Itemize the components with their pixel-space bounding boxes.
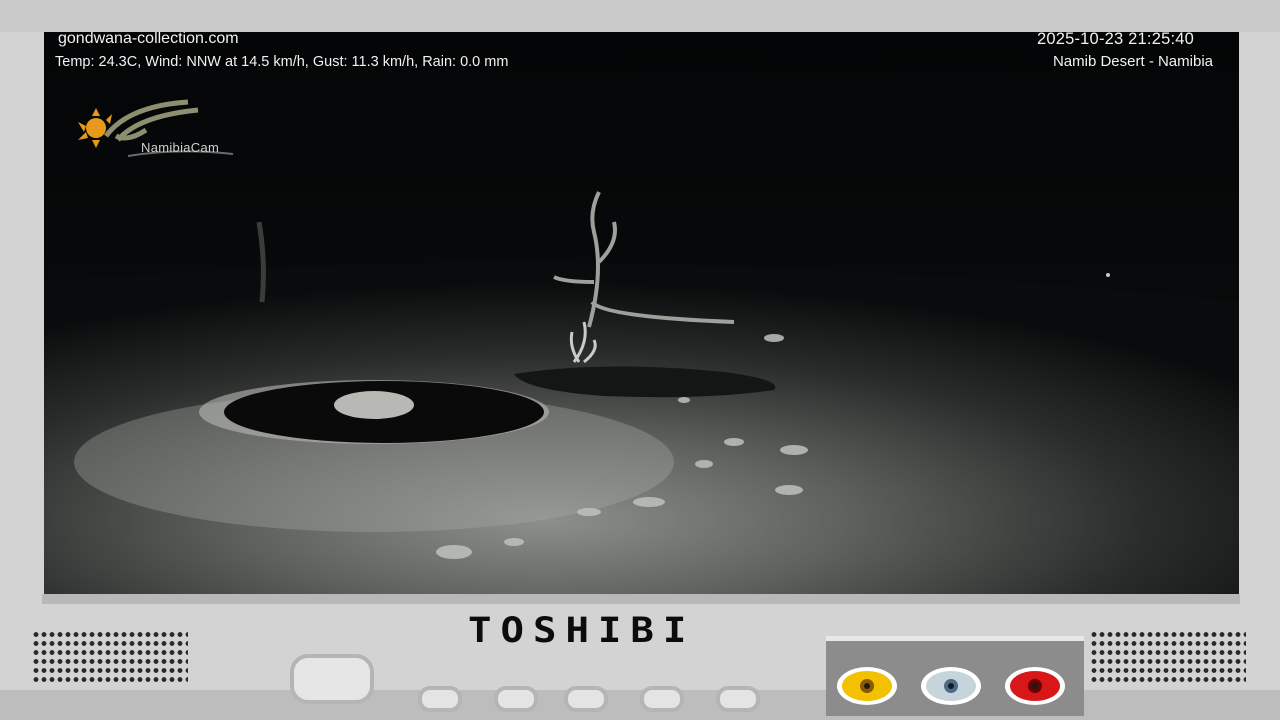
channel-button-5[interactable] [716, 686, 760, 712]
left-speaker-grill [32, 630, 188, 684]
weather-overlay-text: Temp: 24.3C, Wind: NNW at 14.5 km/h, Gus… [55, 54, 509, 70]
sun-antelope-icon [78, 99, 234, 157]
power-button[interactable] [290, 654, 374, 704]
channel-button-1[interactable] [418, 686, 462, 712]
tv-frame: gondwana-collection.com Temp: 24.3C, Win… [0, 0, 1280, 720]
right-speaker-grill [1090, 630, 1246, 684]
tv-brand-label: TOSHIBI [468, 610, 696, 651]
timestamp-overlay: 2025-10-23 21:25:40 [1036, 32, 1194, 48]
channel-button-2[interactable] [494, 686, 538, 712]
yellow-video-jack-icon[interactable] [834, 663, 900, 709]
location-overlay: Namib Desert - Namibia [1052, 53, 1213, 70]
logo-text: NamibiaCam [141, 140, 220, 155]
website-overlay-text: gondwana-collection.com [58, 32, 239, 47]
webcam-screen: gondwana-collection.com Temp: 24.3C, Win… [44, 32, 1239, 594]
av-input-panel [826, 636, 1084, 716]
red-audio-jack-icon[interactable] [1002, 663, 1068, 709]
white-audio-jack-icon[interactable] [918, 663, 984, 709]
channel-button-3[interactable] [564, 686, 608, 712]
namibiacam-logo: NamibiaCam [68, 96, 248, 176]
channel-button-4[interactable] [640, 686, 684, 712]
tv-top-bezel [0, 0, 1280, 32]
screen-bottom-bezel [42, 594, 1240, 604]
